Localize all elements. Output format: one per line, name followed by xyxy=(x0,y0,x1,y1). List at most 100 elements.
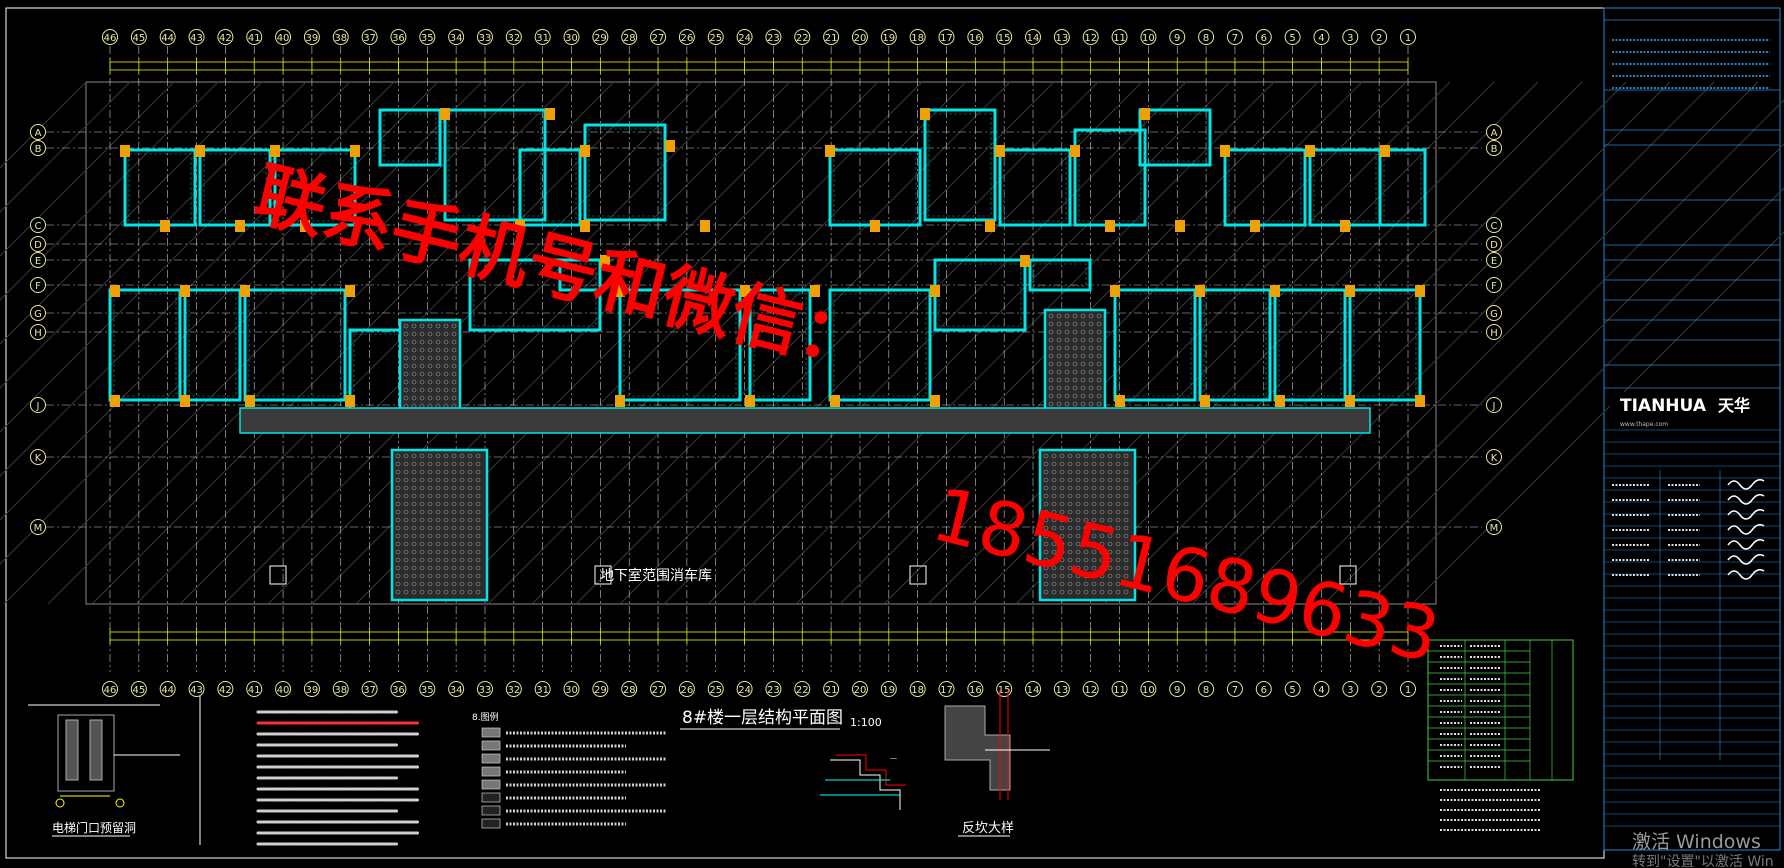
grid-bubble-label: 20 xyxy=(854,33,867,44)
garage-label: 地下室范围消车库 xyxy=(600,567,712,584)
fanban-title: 反坎大样 xyxy=(962,821,1014,836)
grid-bubble-label: 17 xyxy=(940,685,953,696)
legend-heading: 8.图例 xyxy=(472,711,499,723)
grid-bubble-label: 29 xyxy=(594,33,607,44)
grid-bubble-label: 21 xyxy=(825,33,838,44)
grid-bubble-label: 32 xyxy=(507,685,520,696)
grid-bubble-label: 26 xyxy=(681,685,694,696)
column xyxy=(580,145,590,157)
grid-bubble-label: 27 xyxy=(652,33,665,44)
grid-bubble-label: G xyxy=(34,309,42,320)
column xyxy=(615,395,625,407)
column xyxy=(440,108,450,120)
plan-scale: 1:100 xyxy=(850,716,882,729)
grid-bubble-label: 42 xyxy=(219,33,232,44)
activate-windows-text: 激活 Windows xyxy=(1632,831,1761,853)
grid-bubble-label: 38 xyxy=(334,33,347,44)
grid-bubble-label: 44 xyxy=(161,685,174,696)
company-logo-en: TIANHUA xyxy=(1620,396,1707,416)
grid-bubble-label: 35 xyxy=(421,33,434,44)
grid-bubble-label: 5 xyxy=(1289,33,1295,44)
grid-bubble-label: 45 xyxy=(132,33,145,44)
grid-bubble-label: 5 xyxy=(1289,685,1295,696)
column xyxy=(1220,145,1230,157)
grid-bubble-label: K xyxy=(35,453,42,464)
grid-bubble-label: 41 xyxy=(248,33,261,44)
column xyxy=(120,145,130,157)
grid-bubble-label: 10 xyxy=(1142,33,1155,44)
column xyxy=(1250,220,1260,232)
column xyxy=(930,285,940,297)
grid-bubble-label: 26 xyxy=(681,33,694,44)
grid-bubble-label: H xyxy=(1490,328,1498,339)
column xyxy=(110,395,120,407)
column xyxy=(345,285,355,297)
legend-swatch xyxy=(481,727,501,738)
legend-swatch xyxy=(481,740,501,751)
grid-bubble-label: 35 xyxy=(421,685,434,696)
grid-bubble-label: 17 xyxy=(940,33,953,44)
grid-bubble-label: 9 xyxy=(1174,685,1180,696)
grid-bubble-label: 24 xyxy=(738,33,751,44)
grid-bubble-label: 42 xyxy=(219,685,232,696)
column xyxy=(545,108,555,120)
grid-bubble-label: 11 xyxy=(1113,685,1126,696)
grid-bubble-label: 40 xyxy=(277,685,290,696)
grid-bubble-label: 36 xyxy=(392,33,405,44)
grid-bubble-label: 33 xyxy=(479,33,492,44)
grid-bubble-label: 44 xyxy=(161,33,174,44)
grid-bubble-label: M xyxy=(34,523,43,534)
grid-bubble-label: 32 xyxy=(507,33,520,44)
grid-bubble-label: E xyxy=(35,256,41,267)
grid-bubble-label: 39 xyxy=(306,685,319,696)
grid-bubble-label: 10 xyxy=(1142,685,1155,696)
grid-bubble-label: C xyxy=(35,221,42,232)
column xyxy=(1140,108,1150,120)
grid-bubble-label: 2 xyxy=(1376,685,1382,696)
company-logo-cn: 天华 xyxy=(1718,396,1750,415)
grid-bubble-label: 38 xyxy=(334,685,347,696)
grid-bubble-label: 43 xyxy=(190,685,203,696)
column xyxy=(930,395,940,407)
legend-swatch xyxy=(481,818,501,829)
column xyxy=(1105,220,1115,232)
legend-swatch xyxy=(481,766,501,777)
grid-bubble-label: A xyxy=(35,128,42,139)
grid-bubble-label: 3 xyxy=(1347,685,1353,696)
column xyxy=(110,285,120,297)
grid-bubble-label: 13 xyxy=(1055,685,1068,696)
grid-bubble-label: 12 xyxy=(1084,33,1097,44)
grid-bubble-label: 20 xyxy=(854,685,867,696)
grid-bubble-label: B xyxy=(35,144,42,155)
column xyxy=(700,220,710,232)
column xyxy=(195,145,205,157)
grid-bubble-label: 30 xyxy=(565,685,578,696)
grid-bubble-label: 8 xyxy=(1203,33,1209,44)
grid-bubble-label: A xyxy=(1491,128,1498,139)
grid-bubble-label: J xyxy=(1492,401,1496,412)
grid-bubble-label: E xyxy=(1491,256,1497,267)
column xyxy=(160,220,170,232)
column xyxy=(1070,145,1080,157)
column xyxy=(1115,395,1125,407)
grid-bubble-label: J xyxy=(36,401,40,412)
column xyxy=(1415,285,1425,297)
column xyxy=(830,395,840,407)
grid-bubble-label: 25 xyxy=(709,33,722,44)
grid-bubble-label: 1 xyxy=(1405,685,1411,696)
column xyxy=(345,395,355,407)
column xyxy=(1380,145,1390,157)
grid-bubble-label: 30 xyxy=(565,33,578,44)
column xyxy=(240,285,250,297)
column xyxy=(1275,395,1285,407)
grid-bubble-label: 25 xyxy=(709,685,722,696)
legend-swatch xyxy=(481,792,501,803)
grid-bubble-label: 7 xyxy=(1232,33,1238,44)
grid-bubble-label: 46 xyxy=(104,685,117,696)
column xyxy=(920,108,930,120)
grid-bubble-label: 46 xyxy=(104,33,117,44)
grid-bubble-label: K xyxy=(1491,453,1498,464)
svg-text:—: — xyxy=(890,754,897,762)
grid-bubble-label: 27 xyxy=(652,685,665,696)
elevator-pit-title: 电梯门口预留洞 xyxy=(52,820,136,835)
